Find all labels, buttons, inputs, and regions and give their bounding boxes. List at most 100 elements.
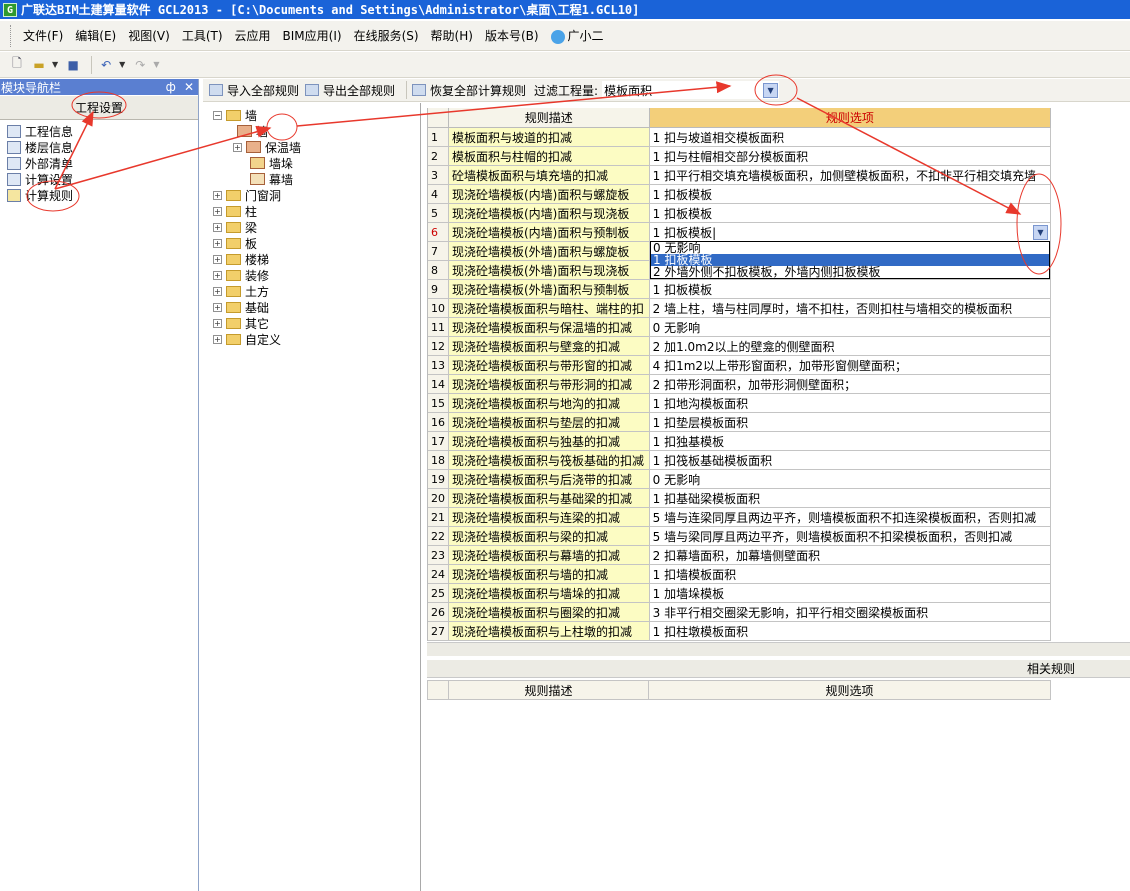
table-row[interactable]: 5 现浇砼墙模板(内墙)面积与现浇板 1 扣板模板	[428, 204, 1051, 223]
expand-icon[interactable]: +	[213, 254, 222, 264]
tree-node-insulation-wall[interactable]: + 保温墙	[203, 139, 420, 155]
rule-option-dropdown[interactable]: 0 无影响 1 扣板模板 2 外墙外侧不扣板模板，外墙内侧扣板模板	[650, 241, 1050, 279]
table-row[interactable]: 10 现浇砼墙模板面积与暗柱、端柱的扣 2 墙上柱，墙与柱同厚时，墙不扣柱，否则扣柱…	[428, 299, 1051, 318]
expand-icon[interactable]: +	[213, 238, 222, 248]
table-row[interactable]: 26 现浇砼墙模板面积与圈梁的扣减 3 非平行相交圈梁无影响，扣平行相交圈梁模板面积	[428, 603, 1051, 622]
tree-node-curtain-wall[interactable]: 幕墙	[203, 171, 420, 187]
new-file-icon[interactable]: 🗋	[8, 56, 26, 74]
rule-option-cell[interactable]: 1 扣与坡道相交模板面积	[649, 128, 1051, 147]
menu-help[interactable]: 帮助(H)	[425, 27, 479, 44]
rule-option-cell[interactable]: 2 扣幕墙面积，加幕墙侧壁面积	[649, 546, 1051, 565]
table-row[interactable]: 19 现浇砼墙模板面积与后浇带的扣减 0 无影响	[428, 470, 1051, 489]
table-row[interactable]: 9 现浇砼墙模板(外墙)面积与预制板 1 扣板模板	[428, 280, 1051, 299]
table-row[interactable]: 16 现浇砼墙模板面积与垫层的扣减 1 扣垫层模板面积	[428, 413, 1051, 432]
rule-option-cell[interactable]: 4 扣1m2以上带形窗面积，加带形窗侧壁面积；	[649, 356, 1051, 375]
rule-option-cell[interactable]: 2 扣带形洞面积，加带形洞侧壁面积；	[649, 375, 1051, 394]
rule-option-cell[interactable]: 2 加1.0m2以上的壁龛的侧壁面积	[649, 337, 1051, 356]
rule-option-cell[interactable]: 1 扣板模板	[649, 280, 1051, 299]
rule-option-cell[interactable]: 1 扣独基模板	[649, 432, 1051, 451]
table-row[interactable]: 20 现浇砼墙模板面积与基础梁的扣减 1 扣基础梁模板面积	[428, 489, 1051, 508]
tree-node-decoration[interactable]: + 装修	[203, 267, 420, 283]
tree-node-stairs[interactable]: + 楼梯	[203, 251, 420, 267]
table-row[interactable]: 21 现浇砼墙模板面积与连梁的扣减 5 墙与连梁同厚且两边平齐，则墙模板面积不扣连梁…	[428, 508, 1051, 527]
tree-node-wall[interactable]: 墙	[203, 123, 420, 139]
menu-assistant[interactable]: 广小二	[545, 27, 610, 44]
restore-rules-button[interactable]: 恢复全部计算规则	[412, 82, 526, 99]
rule-option-cell[interactable]: 3 非平行相交圈梁无影响，扣平行相交圈梁模板面积	[649, 603, 1051, 622]
expand-icon[interactable]: +	[213, 318, 222, 328]
table-row[interactable]: 11 现浇砼墙模板面积与保温墙的扣减 0 无影响	[428, 318, 1051, 337]
rule-option-cell[interactable]: 1 扣墙模板面积	[649, 565, 1051, 584]
expand-icon[interactable]: +	[213, 302, 222, 312]
redo-icon[interactable]: ↷	[131, 56, 149, 74]
pin-icon[interactable]: ф	[166, 80, 176, 94]
chevron-down-icon[interactable]: ▼	[1032, 224, 1048, 240]
nav-item-external-list[interactable]: 外部清单	[0, 155, 198, 171]
tree-node-custom[interactable]: + 自定义	[203, 331, 420, 347]
rule-option-cell[interactable]: 1 加墙垛模板	[649, 584, 1051, 603]
tree-node-openings[interactable]: + 门窗洞	[203, 187, 420, 203]
rule-option-cell[interactable]: 1 扣板模板	[649, 204, 1051, 223]
table-row[interactable]: 12 现浇砼墙模板面积与壁龛的扣减 2 加1.0m2以上的壁龛的侧壁面积	[428, 337, 1051, 356]
filter-select[interactable]: 模板面积 ▼	[602, 81, 780, 99]
tree-node-wall-group[interactable]: − 墙	[203, 107, 420, 123]
undo-dropdown-icon[interactable]: ▼	[119, 60, 125, 69]
open-dropdown-icon[interactable]: ▼	[52, 60, 58, 69]
expand-icon[interactable]: +	[213, 286, 222, 296]
rule-option-cell[interactable]: 1 扣平行相交填充墙模板面积，加侧壁模板面积，不扣非平行相交填充墙	[649, 166, 1051, 185]
rule-option-cell[interactable]: 1 扣筏板基础模板面积	[649, 451, 1051, 470]
table-row[interactable]: 15 现浇砼墙模板面积与地沟的扣减 1 扣地沟模板面积	[428, 394, 1051, 413]
nav-item-calc-settings[interactable]: 计算设置	[0, 171, 198, 187]
redo-dropdown-icon[interactable]: ▼	[153, 60, 159, 69]
table-row[interactable]: 27 现浇砼墙模板面积与上柱墩的扣减 1 扣柱墩模板面积	[428, 622, 1051, 641]
rule-option-cell[interactable]: 1 扣基础梁模板面积	[649, 489, 1051, 508]
close-icon[interactable]: ✕	[184, 80, 194, 94]
rule-option-cell[interactable]: 5 墙与梁同厚且两边平齐，则墙模板面积不扣梁模板面积，否则扣减	[649, 527, 1051, 546]
collapse-icon[interactable]: −	[213, 110, 222, 120]
expand-icon[interactable]: +	[213, 222, 222, 232]
import-rules-button[interactable]: 导入全部规则	[209, 82, 299, 99]
tree-node-foundation[interactable]: + 基础	[203, 299, 420, 315]
table-row[interactable]: 18 现浇砼墙模板面积与筏板基础的扣减 1 扣筏板基础模板面积	[428, 451, 1051, 470]
menu-view[interactable]: 视图(V)	[122, 27, 176, 44]
rule-option-cell[interactable]: 2 墙上柱，墙与柱同厚时，墙不扣柱，否则扣柱与墙相交的模板面积	[649, 299, 1051, 318]
table-row[interactable]: 6 现浇砼墙模板(内墙)面积与预制板 1 扣板模板| ▼	[428, 223, 1051, 242]
nav-item-calc-rules[interactable]: 计算规则	[0, 187, 198, 203]
rule-option-cell[interactable]: 1 扣板模板	[649, 185, 1051, 204]
table-row[interactable]: 13 现浇砼墙模板面积与带形窗的扣减 4 扣1m2以上带形窗面积，加带形窗侧壁面积；	[428, 356, 1051, 375]
tree-node-earthwork[interactable]: + 土方	[203, 283, 420, 299]
chevron-down-icon[interactable]: ▼	[763, 82, 779, 98]
table-row[interactable]: 17 现浇砼墙模板面积与独基的扣减 1 扣独基模板	[428, 432, 1051, 451]
table-row[interactable]: 22 现浇砼墙模板面积与梁的扣减 5 墙与梁同厚且两边平齐，则墙模板面积不扣梁模板面…	[428, 527, 1051, 546]
nav-item-floor-info[interactable]: 楼层信息	[0, 139, 198, 155]
menu-bim[interactable]: BIM应用(I)	[277, 27, 348, 44]
rule-option-cell[interactable]: 0 无影响	[649, 470, 1051, 489]
expand-icon[interactable]: +	[213, 334, 222, 344]
table-row[interactable]: 24 现浇砼墙模板面积与墙的扣减 1 扣墙模板面积	[428, 565, 1051, 584]
menu-version[interactable]: 版本号(B)	[479, 27, 545, 44]
menu-tools[interactable]: 工具(T)	[176, 27, 229, 44]
expand-icon[interactable]: +	[213, 206, 222, 216]
nav-item-project-info[interactable]: 工程信息	[0, 123, 198, 139]
table-row[interactable]: 4 现浇砼墙模板(内墙)面积与螺旋板 1 扣板模板	[428, 185, 1051, 204]
tree-node-beam[interactable]: + 梁	[203, 219, 420, 235]
tree-node-column[interactable]: + 柱	[203, 203, 420, 219]
menu-edit[interactable]: 编辑(E)	[69, 27, 122, 44]
tree-node-slab[interactable]: + 板	[203, 235, 420, 251]
nav-tab-project-settings[interactable]: 工程设置	[0, 96, 198, 120]
rule-option-cell[interactable]: 0 无影响	[649, 318, 1051, 337]
expand-icon[interactable]: +	[233, 142, 242, 152]
undo-icon[interactable]: ↶	[97, 56, 115, 74]
export-rules-button[interactable]: 导出全部规则	[305, 82, 395, 99]
tree-node-other[interactable]: + 其它	[203, 315, 420, 331]
rule-option-cell[interactable]: 1 扣板模板| ▼	[649, 223, 1051, 242]
save-icon[interactable]: ■	[64, 56, 82, 74]
table-row[interactable]: 1 模板面积与坡道的扣减 1 扣与坡道相交模板面积	[428, 128, 1051, 147]
menu-cloud[interactable]: 云应用	[229, 27, 277, 44]
dropdown-option[interactable]: 2 外墙外侧不扣板模板，外墙内侧扣板模板	[651, 266, 1049, 278]
expand-icon[interactable]: +	[213, 190, 222, 200]
rule-option-cell[interactable]: 5 墙与连梁同厚且两边平齐，则墙模板面积不扣连梁模板面积，否则扣减	[649, 508, 1051, 527]
menu-file[interactable]: 文件(F)	[17, 27, 69, 44]
table-row[interactable]: 25 现浇砼墙模板面积与墙垛的扣减 1 加墙垛模板	[428, 584, 1051, 603]
rule-option-cell[interactable]: 1 扣垫层模板面积	[649, 413, 1051, 432]
